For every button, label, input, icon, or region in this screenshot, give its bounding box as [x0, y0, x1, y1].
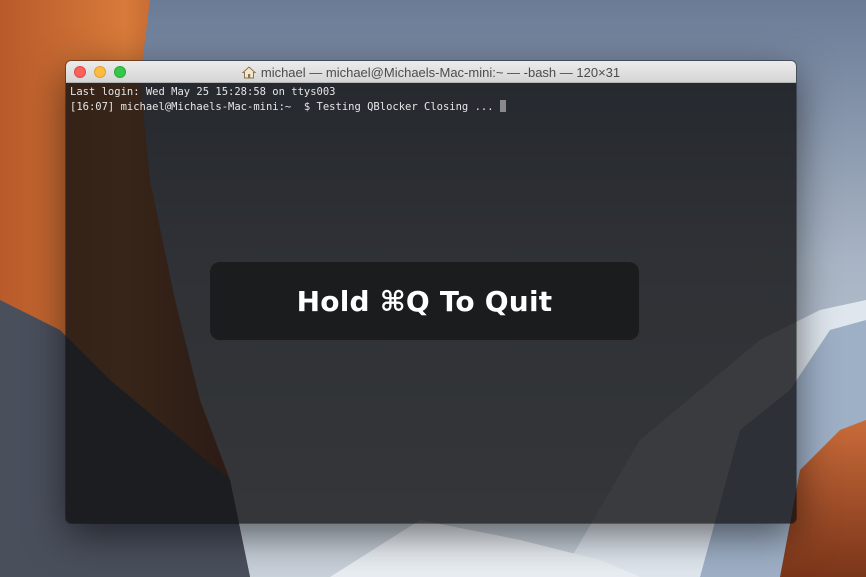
home-icon — [241, 65, 256, 79]
title-bar[interactable]: michael — michael@Michaels-Mac-mini:~ — … — [66, 61, 796, 83]
text-cursor — [499, 100, 506, 112]
terminal-line: Last login: Wed May 25 15:28:58 on ttys0… — [70, 86, 336, 98]
window-title: michael — michael@Michaels-Mac-mini:~ — … — [260, 64, 621, 80]
window-title-area: michael — michael@Michaels-Mac-mini:~ — … — [66, 61, 796, 83]
quit-overlay: Hold ⌘Q To Quit — [210, 262, 639, 340]
overlay-message: Hold ⌘Q To Quit — [296, 284, 553, 318]
terminal-prompt-line: [16:07] michael@Michaels-Mac-mini:~ $ Te… — [70, 100, 506, 114]
terminal-line: [16:07] michael@Michaels-Mac-mini:~ $ Te… — [70, 101, 494, 113]
